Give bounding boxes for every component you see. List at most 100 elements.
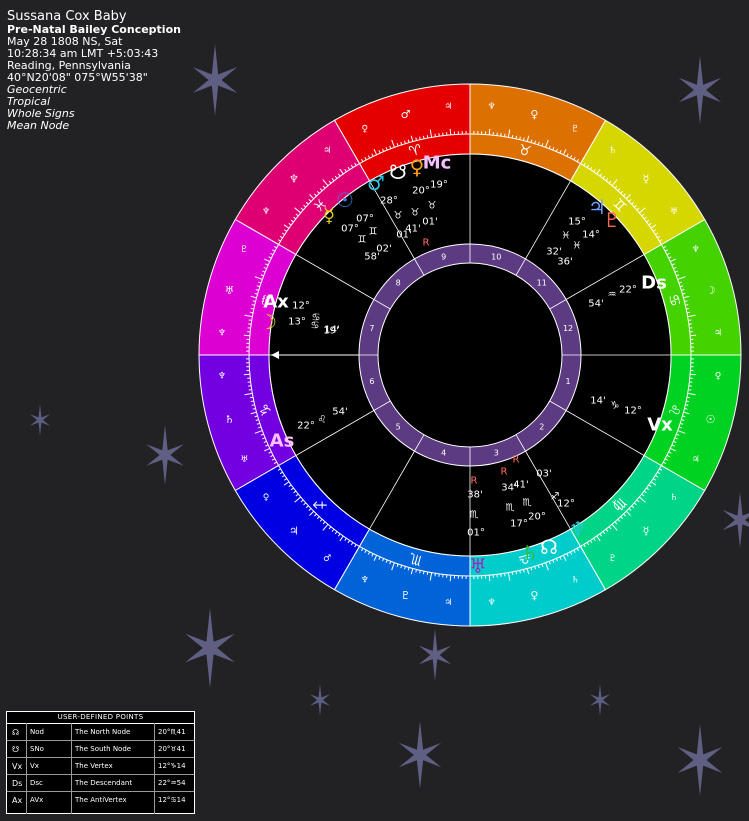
- pluto-icon: ♇: [603, 208, 621, 232]
- sub-ruler-icon: ♀: [361, 124, 368, 134]
- pluto-minute: 36': [557, 257, 572, 268]
- degree-tick: [243, 373, 250, 376]
- angle-degree: 22°: [297, 421, 315, 432]
- points-row-vertex: Vx Vx The Vertex 12°♑14: [7, 758, 194, 775]
- sub-ruler-icon: ♃: [714, 328, 722, 338]
- points-name: The AntiVertex: [75, 796, 127, 804]
- angle-degree: 22°: [619, 285, 637, 296]
- points-abbr: Dsc: [30, 779, 43, 787]
- points-row-descendant: Ds Dsc The Descendant 22°♒54: [7, 775, 194, 792]
- north-node-degree: 20°: [528, 512, 546, 523]
- points-row-south-node: ☋ SNo The South Node 20°♉41: [7, 741, 194, 758]
- house-number-1: 1: [565, 377, 570, 386]
- points-row-antivertex: Ax AVx The AntiVertex 12°♋14: [7, 792, 194, 808]
- taurus-ruler-icon: ♀: [530, 108, 538, 121]
- sun-icon: ☉: [336, 188, 354, 212]
- sub-ruler-icon: ♆: [262, 207, 270, 217]
- house-number-4: 4: [441, 449, 446, 458]
- house-number-10: 10: [491, 252, 501, 261]
- libra-ruler-icon: ♀: [530, 589, 538, 602]
- points-position: 22°♒54: [158, 779, 186, 787]
- degree-tick: [488, 128, 491, 135]
- degree-tick: [690, 373, 697, 376]
- sub-ruler-icon: ♆: [218, 328, 226, 338]
- vertex-icon: Vx: [12, 762, 23, 771]
- jupiter-degree: 15°: [568, 217, 586, 228]
- venus-icon: ♀: [410, 155, 425, 179]
- points-name: The North Node: [75, 728, 131, 736]
- angle-degree: ♌: [318, 415, 327, 426]
- uranus-retrograde: R: [471, 476, 478, 487]
- scorpio-ruler-icon: ♇: [401, 589, 411, 602]
- uranus-sign-icon: ♏: [470, 510, 479, 521]
- angle-degree: ♑: [611, 401, 620, 412]
- points-name: The South Node: [75, 745, 132, 753]
- mercury-sign-icon: ♊: [358, 235, 367, 246]
- sub-ruler-icon: ♂: [323, 554, 331, 564]
- degree-tick: [488, 575, 491, 582]
- sub-ruler-icon: ♀: [715, 372, 722, 382]
- midheaven-label: Mc: [423, 153, 452, 174]
- house-number-11: 11: [537, 279, 547, 288]
- house-number-2: 2: [539, 422, 544, 431]
- sub-ruler-icon: ♆: [488, 598, 496, 608]
- mars-sign-icon: ♉: [394, 211, 403, 222]
- sub-ruler-icon: ♇: [609, 554, 617, 564]
- ascendant-label: As: [270, 431, 295, 452]
- moon-minute: 19': [323, 326, 338, 337]
- uranus-icon: ♅: [469, 554, 487, 578]
- moon-degree: 13°: [288, 317, 306, 328]
- points-abbr: Vx: [30, 762, 39, 770]
- mars-minute: 01': [396, 230, 411, 241]
- aries-ruler-icon: ♂: [401, 108, 411, 121]
- user-defined-points-table: USER-DEFINED POINTS ☊ Nod The North Node…: [6, 711, 195, 814]
- points-abbr: AVx: [30, 796, 44, 804]
- setting-node: Mean Node: [7, 119, 70, 132]
- points-name: The Vertex: [75, 762, 113, 770]
- sub-ruler-icon: ♄: [670, 493, 678, 503]
- north-node-icon: ☊: [12, 728, 20, 737]
- sub-ruler-icon: ♆: [218, 372, 226, 382]
- sub-ruler-icon: ♅: [240, 455, 248, 465]
- house-number-9: 9: [441, 252, 446, 261]
- antivertex-icon: Ax: [12, 796, 23, 805]
- degree-tick: [449, 575, 452, 582]
- house-number-6: 6: [369, 377, 374, 386]
- neptune-sign-icon: ♐: [551, 492, 560, 503]
- sub-ruler-icon: ♆: [692, 245, 700, 255]
- sub-ruler-icon: ♃: [692, 455, 700, 465]
- points-position: 12°♋14: [158, 796, 186, 804]
- points-row-north-node: ☊ Nod The North Node 20°♏41: [7, 724, 194, 741]
- degree-tick: [690, 334, 697, 337]
- north-node-icon: ☊: [540, 535, 558, 559]
- sub-ruler-icon: ♄: [571, 576, 579, 586]
- pisces-ruler-icon: ♆: [289, 172, 299, 185]
- house-number-7: 7: [369, 324, 374, 333]
- gemini-ruler-icon: ☿: [643, 172, 650, 185]
- sun-sign-icon: ♊: [369, 227, 378, 238]
- points-position: 12°♑14: [158, 762, 186, 770]
- sub-ruler-icon: ♇: [571, 124, 579, 134]
- pluto-degree: 14°: [582, 230, 600, 241]
- pluto-sign-icon: ♓: [573, 241, 582, 252]
- south-node-sign-icon: ♉: [411, 208, 420, 219]
- neptune-icon: ♆: [569, 517, 587, 541]
- sub-ruler-icon: ♃: [323, 146, 331, 156]
- cancer-ruler-icon: ☽: [706, 284, 716, 297]
- points-table-title: USER-DEFINED POINTS: [7, 712, 194, 724]
- sub-ruler-icon: ♃: [444, 102, 452, 112]
- angle-degree: 54': [332, 407, 347, 418]
- angle-degree: 12°: [292, 301, 310, 312]
- sub-ruler-icon: ♆: [488, 102, 496, 112]
- south-node-icon: ☋: [12, 745, 20, 754]
- house-number-5: 5: [396, 422, 401, 431]
- mars-retrograde: R: [423, 238, 430, 249]
- descendant-label: Ds: [641, 273, 667, 294]
- moon-icon: ☽: [259, 310, 277, 334]
- neptune-degree: 12°: [557, 499, 575, 510]
- uranus-minute: 38': [467, 490, 482, 501]
- mars-degree: 28°: [380, 196, 398, 207]
- leo-ruler-icon: ☉: [706, 413, 716, 426]
- venus-minute: 01': [422, 217, 437, 228]
- descendant-icon: Ds: [12, 779, 23, 788]
